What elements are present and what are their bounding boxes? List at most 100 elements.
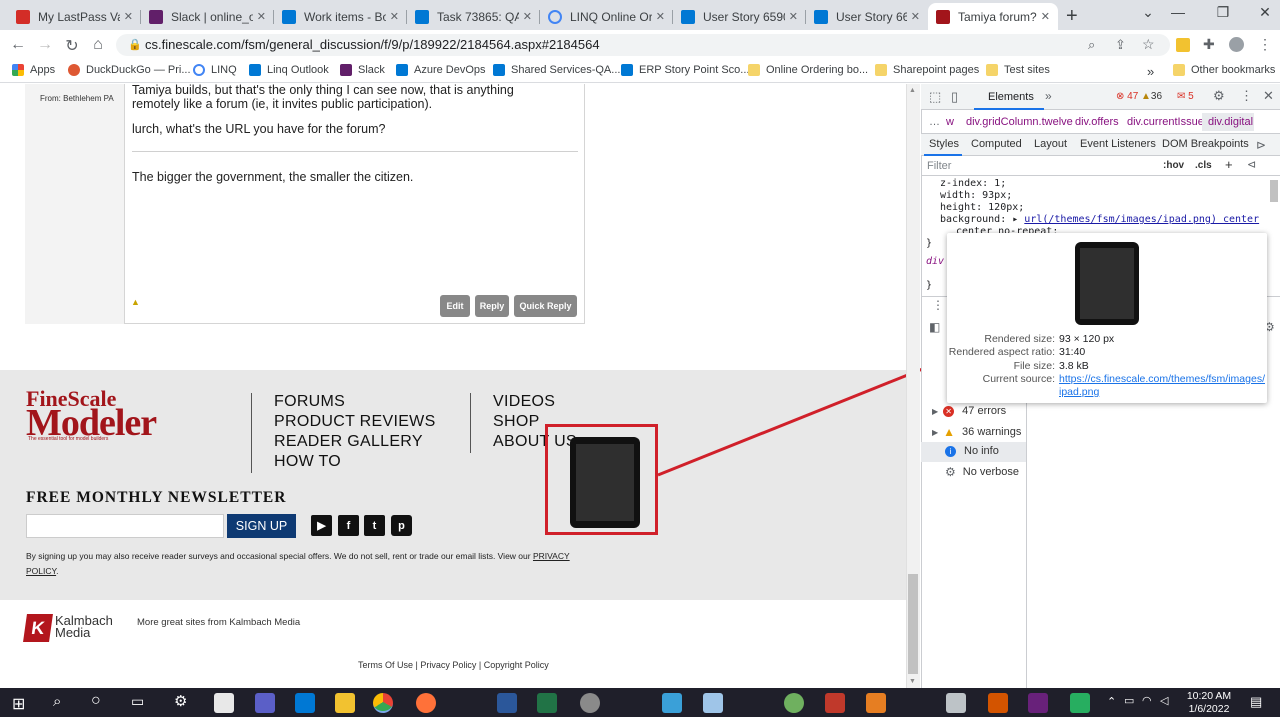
minimize-button[interactable]: — [1163,4,1193,20]
legal-links[interactable]: Terms Of Use | Privacy Policy | Copyrigh… [358,660,549,670]
search-icon[interactable]: ⌕ [53,693,61,710]
bookmark-shared-services[interactable]: Shared Services-QA... [493,64,620,76]
current-source-link[interactable]: https://cs.finescale.com/themes/fsm/imag… [1059,373,1265,385]
calculator-icon[interactable] [946,693,966,713]
tab-user-story-1[interactable]: User Story 65908 ✕ [673,3,806,30]
url-text[interactable]: cs.finescale.com/fsm/general_discussion/… [145,37,600,52]
app-icon[interactable] [988,693,1008,713]
tab-lastpass[interactable]: My LastPass Vault ✕ [8,3,141,30]
breadcrumb-item[interactable]: div.currentIssue [1127,116,1204,128]
bookmark-test-sites[interactable]: Test sites [986,64,1050,76]
bookmarks-overflow-icon[interactable]: » [1147,64,1154,79]
error-count-badge[interactable]: ⊗ 47 [1116,91,1138,102]
bookmark-erp[interactable]: ERP Story Point Sco... [621,64,749,76]
styles-filter-input[interactable]: Filter [927,160,951,172]
volume-icon[interactable]: ◁ [1160,694,1168,707]
bookmark-star-icon[interactable]: ☆ [1142,36,1155,53]
bookmark-online-ordering[interactable]: Online Ordering bo... [748,64,868,76]
css-declaration[interactable]: height: 120px; [940,202,1024,214]
tab-work-items[interactable]: Work items - Boa ✕ [274,3,407,30]
pinterest-icon[interactable]: p [391,515,412,536]
quick-reply-button[interactable]: Quick Reply [514,295,577,317]
file-explorer-icon[interactable] [335,693,355,713]
tab-search-icon[interactable]: ⌄ [1133,4,1163,21]
notifications-icon[interactable]: ▤ [1250,694,1262,710]
home-button[interactable]: ⌂ [88,36,108,54]
breadcrumb-item[interactable]: div.offers [1075,116,1119,128]
reload-button[interactable]: ↻ [62,36,82,56]
styles-scrollbar-thumb[interactable] [1270,180,1278,202]
bookmark-slack[interactable]: Slack [340,64,385,76]
subtab-layout[interactable]: Layout [1034,138,1067,150]
youtube-icon[interactable]: ▶ [311,515,332,536]
close-icon[interactable]: ✕ [124,10,133,23]
edit-button[interactable]: Edit [440,295,470,317]
issues-count-badge[interactable]: ✉ 5 [1177,91,1194,102]
windows-start-icon[interactable]: ⊞ [12,694,25,714]
console-warnings[interactable]: ▶ ▲ 36 warnings [932,425,1021,439]
more-tabs-icon[interactable]: » [1045,89,1052,103]
outlook-icon[interactable] [295,693,315,713]
app-icon[interactable] [703,693,723,713]
current-source-link[interactable]: ipad.png [1059,386,1099,398]
app-icon[interactable] [1070,693,1090,713]
footer-link-reader-gallery[interactable]: READER GALLERY [274,432,423,452]
new-style-rule-icon[interactable]: + [1225,157,1233,172]
word-icon[interactable] [497,693,517,713]
tab-task[interactable]: Task 73865: QA - ✕ [407,3,540,30]
menu-kebab-icon[interactable]: ⋮ [1258,36,1272,53]
signup-button[interactable]: SIGN UP [227,514,296,538]
facebook-icon[interactable]: f [338,515,359,536]
bookmark-duckduckgo[interactable]: DuckDuckGo — Pri... [68,64,191,76]
task-view-icon[interactable]: ▭ [131,693,144,710]
footer-link-how-to[interactable]: HOW TO [274,452,341,472]
cls-toggle[interactable]: .cls [1195,160,1212,171]
zoom-icon[interactable]: ⌕ [1088,37,1095,53]
console-errors[interactable]: ▶ ✕ 47 errors [932,405,1006,417]
css-url-link[interactable]: url(/themes/fsm/images/ipad.png) center [1024,214,1259,225]
devtools-close-icon[interactable]: ✕ [1263,88,1274,104]
device-toolbar-icon[interactable]: ▯ [951,89,958,105]
close-icon[interactable]: ✕ [656,10,665,23]
reply-button[interactable]: Reply [475,295,509,317]
close-icon[interactable]: ✕ [911,10,920,23]
firefox-icon[interactable] [416,693,436,713]
scroll-up-icon[interactable]: ▲ [909,87,916,94]
footer-link-product-reviews[interactable]: PRODUCT REVIEWS [274,412,436,432]
console-verbose[interactable]: ⚙ No verbose [945,465,1019,479]
forward-button[interactable]: → [35,36,55,54]
toggle-sidebar-icon[interactable]: ⊲ [1247,158,1256,171]
profile-avatar[interactable] [1229,37,1244,52]
drawer-menu-icon[interactable]: ⋮ [932,298,944,312]
subtab-computed[interactable]: Computed [971,138,1022,150]
close-icon[interactable]: ✕ [1041,10,1050,23]
tab-linq[interactable]: LINQ Online Orde ✕ [540,3,673,30]
warning-count-badge[interactable]: ▲36 [1141,91,1162,102]
subtab-styles[interactable]: Styles [929,138,959,150]
visual-studio-icon[interactable] [1028,693,1048,713]
privacy-policy-link[interactable]: POLICY [26,566,56,576]
console-info[interactable]: i No info [945,445,999,457]
subtab-more-icon[interactable]: ⊳ [1256,138,1266,152]
css-declaration[interactable]: z-index: 1; [940,178,1006,190]
teams-icon[interactable] [255,693,275,713]
app-icon[interactable] [866,693,886,713]
footer-link-shop[interactable]: SHOP [493,412,540,432]
new-tab-button[interactable]: + [1066,5,1078,28]
inspect-element-icon[interactable]: ⬚ [929,89,941,105]
share-icon[interactable]: ⇪ [1115,37,1126,53]
devtools-menu-icon[interactable]: ⋮ [1240,88,1253,104]
report-warning-icon[interactable]: ▲ [131,297,140,307]
close-icon[interactable]: ✕ [257,10,266,23]
chrome-icon[interactable] [373,693,393,713]
settings-gear-icon[interactable]: ⚙ [1213,88,1225,104]
app-icon[interactable] [662,693,682,713]
console-sidebar-icon[interactable]: ◧ [929,320,940,334]
newsletter-email-input[interactable] [26,514,224,538]
bookmark-sharepoint[interactable]: Sharepoint pages [875,64,979,76]
css-declaration[interactable]: background: ▸ url(/themes/fsm/images/ipa… [940,214,1259,226]
hov-toggle[interactable]: :hov [1163,160,1184,171]
app-icon[interactable] [825,693,845,713]
close-icon[interactable]: ✕ [390,10,399,23]
close-window-button[interactable]: ✕ [1250,4,1280,21]
